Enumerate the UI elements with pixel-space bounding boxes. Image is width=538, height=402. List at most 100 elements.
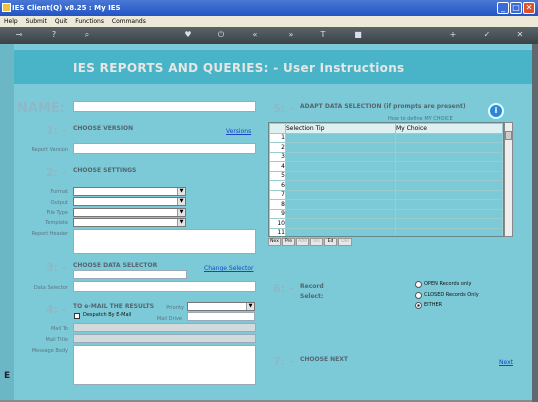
my-choice-cell[interactable] [395,199,503,210]
name-input[interactable] [73,101,256,112]
heart-icon[interactable]: ♥ [181,28,195,42]
my-choice-cell[interactable] [395,180,503,191]
maximize-button[interactable]: □ [510,2,522,14]
section-3-title: CHOOSE DATA SELECTOR [73,262,158,269]
section-2-title: CHOOSE SETTINGS [73,167,137,174]
section-3-number: 3: - [46,261,67,274]
open-records-radio[interactable] [415,281,422,288]
menu-bar: Help Submit Quit Functions Commands [0,16,538,27]
file-type-select[interactable]: ▼ [73,208,186,217]
next-link[interactable]: Next [499,359,513,366]
change-selector-link[interactable]: Change Selector [204,265,254,272]
despatch-email-checkbox[interactable] [74,313,80,319]
previous-row-button[interactable]: Pre [282,238,295,246]
selection-tip-cell [285,189,396,200]
key-icon[interactable]: ⊸ [12,28,26,42]
add-icon[interactable]: + [446,28,460,42]
mail-to-field[interactable] [73,323,256,332]
stop-icon[interactable]: ■ [351,28,365,42]
chevron-down-icon: ▼ [246,303,254,310]
info-icon[interactable]: i [488,103,504,119]
forward-icon[interactable]: » [284,28,298,42]
report-header-label: Report Header [31,231,68,237]
either-radio[interactable] [415,302,422,309]
selection-tip-cell [285,151,396,162]
section-1-number: 1: - [46,124,67,137]
template-select[interactable]: ▼ [73,218,186,227]
grid-corner [269,123,286,134]
menu-functions[interactable]: Functions [75,18,104,25]
selection-grid: Selection Tip My Choice 1 2 3 4 5 6 7 8 9… [268,122,504,237]
mail-title-field[interactable] [73,334,256,343]
insert-row-button[interactable]: Ins [310,238,323,246]
report-version-label: Report Version [31,147,68,153]
window-edge [532,44,538,402]
section-4-number: 4: - [46,303,67,316]
output-label: Output [50,200,68,206]
toolbar-close-icon[interactable]: ✕ [513,28,527,42]
scrollbar-thumb[interactable] [505,131,512,140]
add-row-button[interactable]: Add [296,238,309,246]
despatch-email-label: Despatch By E-Mail [83,312,132,318]
my-choice-cell[interactable] [395,227,503,236]
message-body-textarea[interactable] [73,345,256,385]
mail-drive-field[interactable] [187,312,255,321]
output-select[interactable]: ▼ [73,197,186,206]
menu-help[interactable]: Help [4,18,18,25]
section-5-title: ADAPT DATA SELECTION (if prompts are pre… [300,103,466,110]
chevron-down-icon: ▼ [177,188,185,195]
my-choice-cell[interactable] [395,189,503,200]
close-window-button[interactable]: ✕ [523,2,535,14]
menu-quit[interactable]: Quit [55,18,68,25]
mail-to-label: Mail To [50,326,68,332]
mail-drive-label: Mail Drive [156,316,182,322]
rewind-icon[interactable]: « [248,28,262,42]
my-choice-cell[interactable] [395,142,503,153]
selector-name-field[interactable] [73,270,187,279]
section-7-title: CHOOSE NEXT [300,356,348,363]
open-records-label: OPEN Records only [424,281,472,287]
data-selector-field[interactable] [73,281,256,292]
menu-submit[interactable]: Submit [26,18,47,25]
row-number: 3 [269,151,286,162]
menu-commands[interactable]: Commands [112,18,146,25]
my-choice-cell[interactable] [395,151,503,162]
check-icon[interactable]: ✓ [480,28,494,42]
chevron-down-icon: ▼ [177,209,185,216]
report-version-field[interactable] [73,143,256,154]
mail-title-label: Mail Title [45,337,68,343]
message-body-label: Message Body [31,348,68,354]
selection-tip-cell [285,142,396,153]
selection-tip-cell [285,218,396,229]
help-icon[interactable]: ? [47,28,61,42]
my-choice-cell[interactable] [395,132,503,143]
selection-tip-cell [285,199,396,210]
row-number: 9 [269,208,286,219]
priority-select[interactable]: ▼ [187,302,255,311]
report-header-textarea[interactable] [73,229,256,254]
power-icon[interactable]: ⏻ [214,28,228,42]
edit-row-button[interactable]: Ed [324,238,337,246]
search-icon[interactable]: ⌕ [80,28,94,42]
next-row-button[interactable]: Nex [268,238,281,246]
my-choice-cell[interactable] [395,208,503,219]
row-number: 5 [269,170,286,181]
my-choice-cell[interactable] [395,170,503,181]
page-title: IES REPORTS AND QUERIES: - User Instruct… [73,61,405,75]
selection-tip-cell [285,180,396,191]
versions-link[interactable]: Versions [226,128,251,135]
my-choice-cell[interactable] [395,161,503,172]
minimize-button[interactable]: _ [497,2,509,14]
record-label: Record [300,283,324,290]
section-7-number: 7: - [273,355,294,368]
closed-records-radio[interactable] [415,292,422,299]
format-select[interactable]: ▼ [73,187,186,196]
row-number: 10 [269,218,286,229]
side-e-icon[interactable]: E [4,371,10,381]
row-number: 2 [269,142,286,153]
text-icon[interactable]: T [316,28,330,42]
chevron-down-icon: ▼ [177,198,185,205]
section-2-number: 2: - [46,166,67,179]
my-choice-cell[interactable] [395,218,503,229]
delete-row-button[interactable]: Del [338,238,352,246]
